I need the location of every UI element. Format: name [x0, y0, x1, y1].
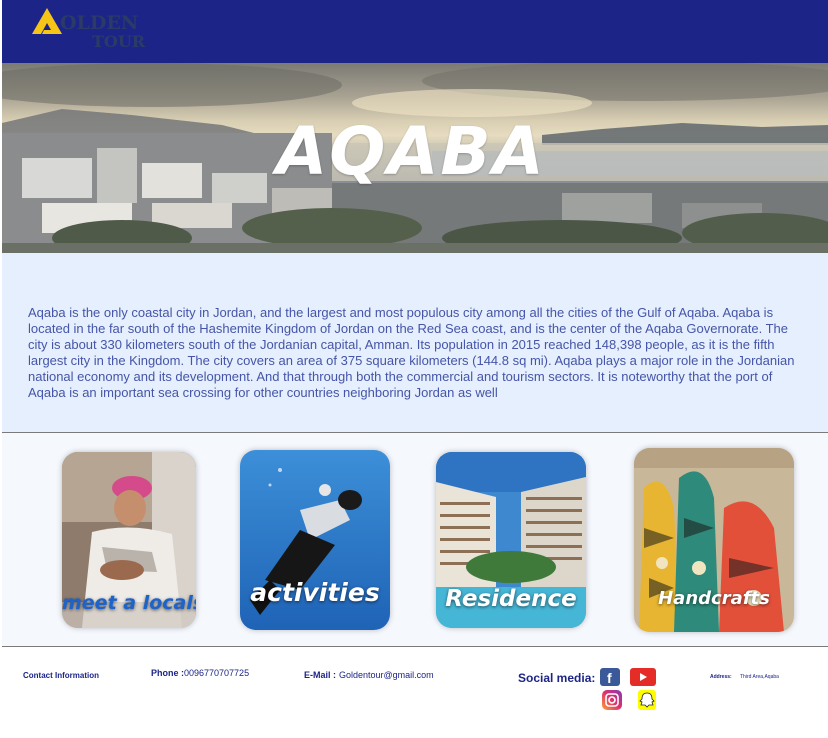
svg-text:f: f [607, 670, 612, 686]
snapchat-icon[interactable] [638, 690, 656, 710]
hero-banner: AQABA [2, 63, 828, 253]
contact-information-label: Contact Information [23, 671, 99, 680]
site-header: OLDEN TOUR [2, 0, 828, 63]
email-label: E-Mail : [304, 670, 337, 680]
facebook-icon[interactable]: f [600, 668, 620, 686]
youtube-icon[interactable] [630, 668, 656, 686]
card-residence[interactable]: Residence [436, 452, 586, 628]
phone-value[interactable]: 0096770707725 [184, 668, 249, 678]
address-value: Third Area,Aqaba [740, 674, 779, 680]
hero-title: AQABA [276, 113, 546, 190]
card-label: Handcrafts [658, 588, 770, 609]
description-section: Aqaba is the only coastal city in Jordan… [2, 253, 828, 433]
logo-subtitle: TOUR [92, 32, 146, 51]
address-label: Address: [710, 674, 732, 680]
site-footer: Contact Information Phone : 009677070772… [2, 648, 828, 738]
card-label: Residence [445, 586, 577, 612]
email-value[interactable]: Goldentour@gmail.com [339, 670, 434, 680]
description-text: Aqaba is the only coastal city in Jordan… [28, 305, 795, 400]
card-handcrafts[interactable]: Handcrafts [634, 448, 794, 632]
card-label: activities [250, 578, 380, 607]
instagram-icon[interactable] [602, 690, 622, 710]
golden-tour-logo[interactable]: OLDEN TOUR [30, 6, 150, 54]
card-activities[interactable]: activities [240, 450, 390, 630]
card-label: meet a locals [62, 592, 196, 614]
phone-label: Phone : [151, 668, 184, 678]
logo-g-mark-icon [32, 8, 62, 34]
social-media-label: Social media: [518, 671, 596, 685]
categories-section: meet a locals activities Residence Handc… [2, 433, 828, 647]
card-meet-locals[interactable]: meet a locals [62, 452, 196, 628]
logo-wordmark: OLDEN [60, 12, 139, 34]
